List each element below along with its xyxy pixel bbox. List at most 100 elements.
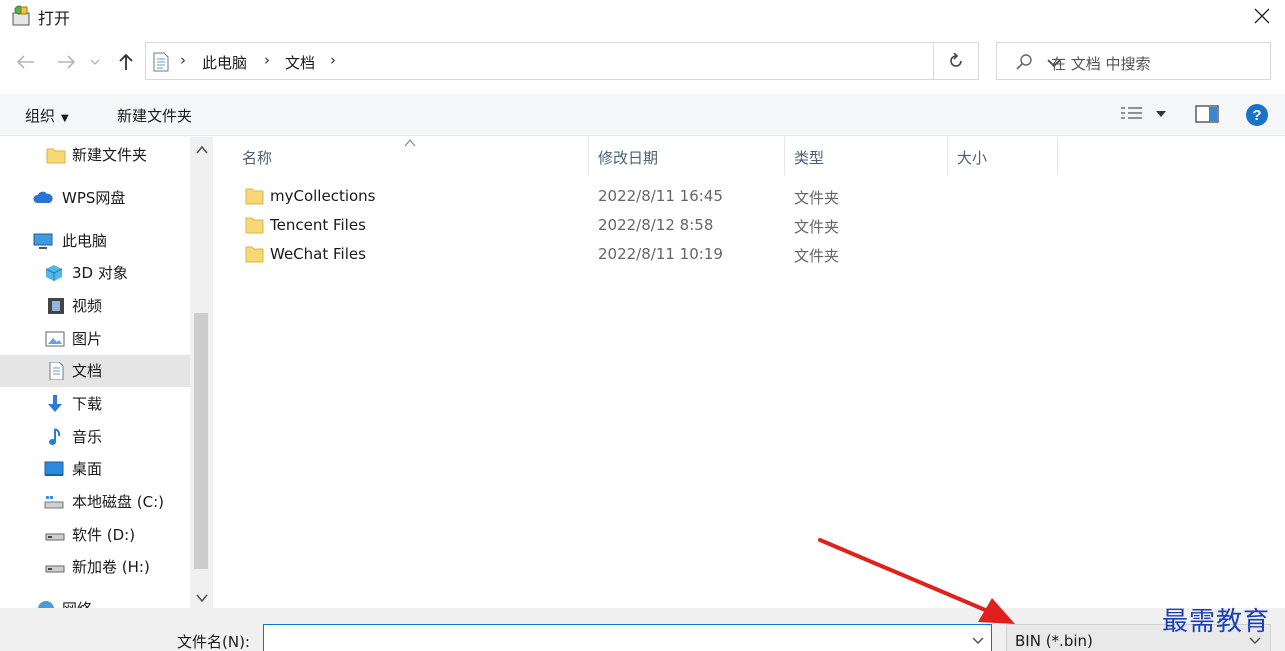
file-row[interactable]: myCollections 2022/8/11 16:45 文件夹 (214, 182, 1285, 211)
back-arrow-icon (17, 55, 34, 69)
sidebar-item-label: 文档 (72, 362, 103, 380)
scroll-up-icon[interactable] (195, 143, 209, 157)
sidebar-item-label: 3D 对象 (72, 264, 128, 282)
caret-down-icon: ▼ (61, 113, 69, 124)
organize-button[interactable]: 组织 ▼ (25, 105, 69, 126)
new-folder-button[interactable]: 新建文件夹 (117, 105, 192, 126)
file-name: Tencent Files (270, 216, 366, 234)
sidebar-item-pictures[interactable]: 图片 (0, 323, 190, 355)
file-type: 文件夹 (794, 218, 840, 236)
chevron-right-icon: › (180, 51, 186, 69)
sidebar-item-label: 新建文件夹 (72, 146, 148, 164)
window-title: 打开 (38, 9, 71, 28)
filename-label: 文件名(N): (177, 633, 250, 651)
search-box[interactable]: 在 文档 中搜索 (996, 42, 1271, 80)
sidebar-item-label: 软件 (D:) (72, 526, 136, 544)
column-header-modified[interactable]: 修改日期 (589, 137, 785, 175)
folder-icon (245, 217, 264, 234)
close-button[interactable] (1239, 0, 1285, 32)
drive-icon (45, 565, 65, 573)
sidebar-item-documents[interactable]: 文档 (0, 355, 190, 387)
column-header-type[interactable]: 类型 (785, 137, 948, 175)
sidebar-item-drive-d[interactable]: 软件 (D:) (0, 519, 190, 551)
column-label: 大小 (957, 149, 988, 167)
picture-icon (45, 331, 65, 347)
chevron-right-icon[interactable]: › (330, 51, 336, 69)
sidebar-scrollbar[interactable] (190, 137, 213, 608)
download-icon (48, 395, 62, 412)
sidebar-item-network[interactable]: 网络 (0, 593, 190, 608)
column-header-size[interactable]: 大小 (948, 137, 1058, 175)
cloud-icon (33, 191, 53, 203)
sidebar-item-label: 下载 (72, 395, 103, 413)
sidebar-item-label: 桌面 (72, 460, 103, 478)
sidebar-item-label: 网络 (62, 598, 92, 608)
sidebar-item-3d-objects[interactable]: 3D 对象 (0, 257, 190, 289)
close-icon (1254, 8, 1270, 24)
scroll-down-icon[interactable] (195, 591, 209, 605)
recent-locations-button[interactable] (88, 50, 102, 74)
folder-icon (245, 246, 264, 263)
title-bar: 打开 (0, 0, 1285, 32)
sidebar-item-downloads[interactable]: 下载 (0, 388, 190, 420)
sidebar-item-label: WPS网盘 (62, 189, 126, 207)
up-arrow-icon (119, 53, 133, 70)
file-list: 名称 修改日期 类型 大小 myCollections 2022/8/11 16… (214, 137, 1285, 608)
video-icon (48, 298, 64, 314)
address-bar[interactable]: › 此电脑 › 文档 › (145, 42, 1061, 80)
column-label: 修改日期 (598, 149, 659, 167)
navigation-pane: 新建文件夹 WPS网盘 此电脑 3D 对象 视频 图片 文档 下载 音乐 桌面 … (0, 137, 190, 608)
sidebar-item-label: 图片 (72, 330, 103, 348)
folder-icon (46, 148, 66, 164)
view-options-button[interactable] (1120, 105, 1172, 125)
sidebar-item-drive-c[interactable]: 本地磁盘 (C:) (0, 486, 190, 518)
file-type: 文件夹 (794, 189, 840, 207)
sidebar-item-this-pc[interactable]: 此电脑 (0, 225, 190, 257)
forward-button[interactable] (54, 50, 78, 74)
forward-arrow-icon (58, 55, 75, 69)
sidebar-item-label: 视频 (72, 297, 103, 315)
file-modified: 2022/8/11 16:45 (598, 187, 723, 205)
desktop-icon (44, 461, 64, 476)
sidebar-item-videos[interactable]: 视频 (0, 290, 190, 322)
network-icon (38, 601, 54, 608)
file-row[interactable]: WeChat Files 2022/8/11 10:19 文件夹 (214, 240, 1285, 269)
file-name: myCollections (270, 187, 376, 205)
back-button[interactable] (14, 50, 38, 74)
refresh-icon (949, 53, 962, 67)
search-input[interactable]: 在 文档 中搜索 (1051, 53, 1151, 74)
refresh-button[interactable] (933, 42, 979, 80)
scrollbar-thumb[interactable] (194, 313, 208, 569)
file-modified: 2022/8/12 8:58 (598, 216, 714, 234)
column-header-name[interactable]: 名称 (214, 137, 589, 175)
organize-label: 组织 (25, 107, 56, 125)
column-label: 名称 (242, 149, 273, 167)
search-icon (1016, 54, 1032, 70)
breadcrumb-documents[interactable]: 文档 (285, 52, 315, 73)
sidebar-item-drive-h[interactable]: 新加卷 (H:) (0, 551, 190, 583)
column-label: 类型 (794, 149, 825, 167)
filename-input[interactable] (263, 624, 992, 651)
file-name: WeChat Files (270, 245, 366, 263)
help-icon[interactable]: ? (1245, 103, 1269, 127)
sidebar-item-desktop[interactable]: 桌面 (0, 453, 190, 485)
file-modified: 2022/8/11 10:19 (598, 245, 723, 263)
document-icon (153, 52, 169, 72)
up-button[interactable] (114, 50, 138, 74)
disk-icon (44, 496, 64, 509)
caret-down-icon (1156, 111, 1166, 117)
app-icon (12, 5, 30, 26)
breadcrumb-this-pc[interactable]: 此电脑 (202, 52, 247, 73)
svg-text:?: ? (1252, 107, 1261, 124)
sidebar-item-wps-cloud[interactable]: WPS网盘 (0, 182, 190, 214)
watermark-logo: 最需教育 (1162, 607, 1271, 637)
sidebar-item-label: 新加卷 (H:) (72, 558, 150, 576)
sidebar-item-music[interactable]: 音乐 (0, 421, 190, 453)
sidebar-item-label: 音乐 (72, 428, 103, 446)
sidebar-item-new-folder[interactable]: 新建文件夹 (0, 139, 190, 171)
list-view-icon (1121, 107, 1142, 119)
file-row[interactable]: Tencent Files 2022/8/12 8:58 文件夹 (214, 211, 1285, 240)
preview-pane-icon[interactable] (1195, 105, 1219, 123)
chevron-down-icon[interactable] (971, 633, 985, 647)
chevron-right-icon[interactable]: › (264, 51, 270, 69)
